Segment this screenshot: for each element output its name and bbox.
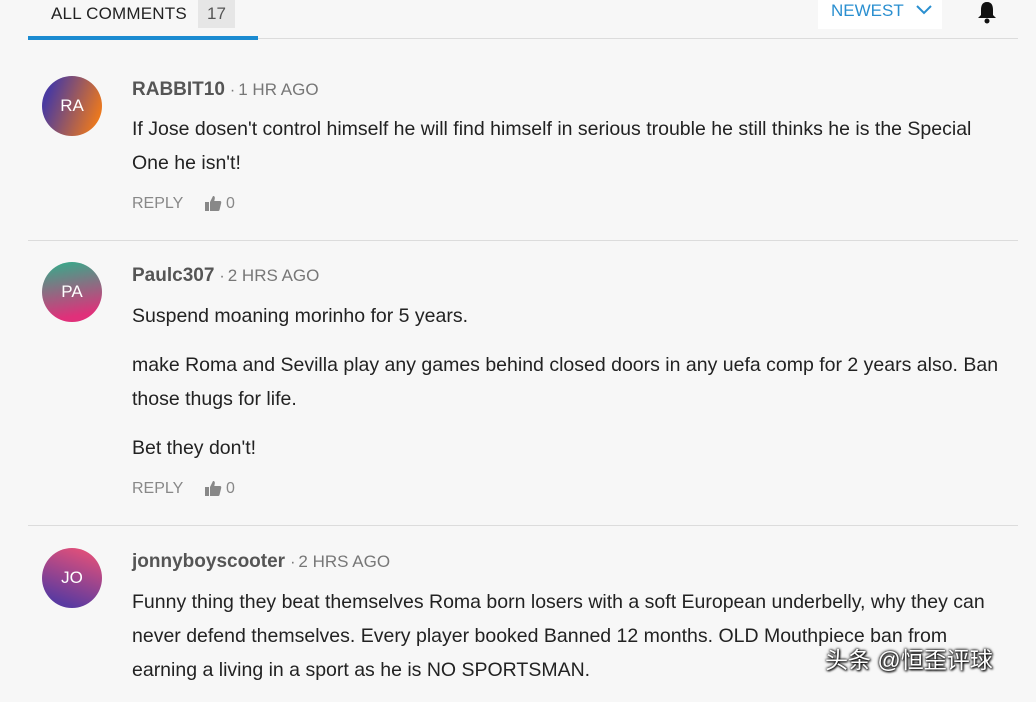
comment-time: 2 HRS AGO (227, 266, 320, 285)
reply-button[interactable]: REPLY (132, 195, 183, 213)
thumbs-up-icon[interactable] (204, 195, 222, 212)
meta-separator: · (219, 268, 225, 285)
sort-dropdown[interactable]: NEWEST (818, 0, 942, 29)
tab-all-comments[interactable]: ALL COMMENTS 17 (28, 0, 258, 40)
reply-button[interactable]: REPLY (132, 480, 183, 498)
comment-time: 2 HRS AGO (298, 552, 391, 571)
chevron-down-icon (916, 5, 932, 15)
comment-username[interactable]: jonnyboyscooter (132, 551, 285, 572)
comment-username[interactable]: Paulc307 (132, 265, 214, 286)
comment-count-badge: 17 (198, 0, 235, 28)
comment-username[interactable]: RABBIT10 (132, 79, 225, 100)
comments-header: ALL COMMENTS 17 NEWEST (28, 0, 1018, 40)
divider (28, 525, 1018, 526)
comment-meta: jonnyboyscooter · 2 HRS AGO (132, 551, 390, 573)
avatar[interactable]: PA (42, 262, 102, 322)
comment-body: Suspend moaning morinho for 5 years. mak… (132, 299, 1002, 480)
like-count: 0 (226, 195, 235, 212)
watermark-text: 头条 @恒歪评球 (825, 647, 993, 673)
comment-paragraph: If Jose dosen't control himself he will … (132, 118, 972, 174)
tab-all-comments-label: ALL COMMENTS (51, 4, 187, 23)
avatar[interactable]: JO (42, 548, 102, 608)
thumbs-up-icon[interactable] (204, 480, 222, 497)
like-count: 0 (226, 480, 235, 497)
comment-body: If Jose dosen't control himself he will … (132, 112, 1002, 195)
comment-meta: Paulc307 · 2 HRS AGO (132, 265, 319, 287)
avatar[interactable]: RA (42, 76, 102, 136)
meta-separator: · (229, 82, 236, 99)
comment-paragraph: make Roma and Sevilla play any games beh… (132, 354, 999, 410)
comment-paragraph: Suspend moaning morinho for 5 years. (132, 305, 469, 327)
sort-dropdown-label: NEWEST (831, 1, 904, 20)
bell-icon[interactable] (976, 0, 998, 24)
comment-paragraph: Bet they don't! (132, 437, 257, 459)
comment-time: 1 HR AGO (238, 80, 319, 99)
meta-separator: · (290, 554, 296, 571)
divider (28, 240, 1018, 241)
comment-meta: RABBIT10 · 1 HR AGO (132, 79, 319, 101)
